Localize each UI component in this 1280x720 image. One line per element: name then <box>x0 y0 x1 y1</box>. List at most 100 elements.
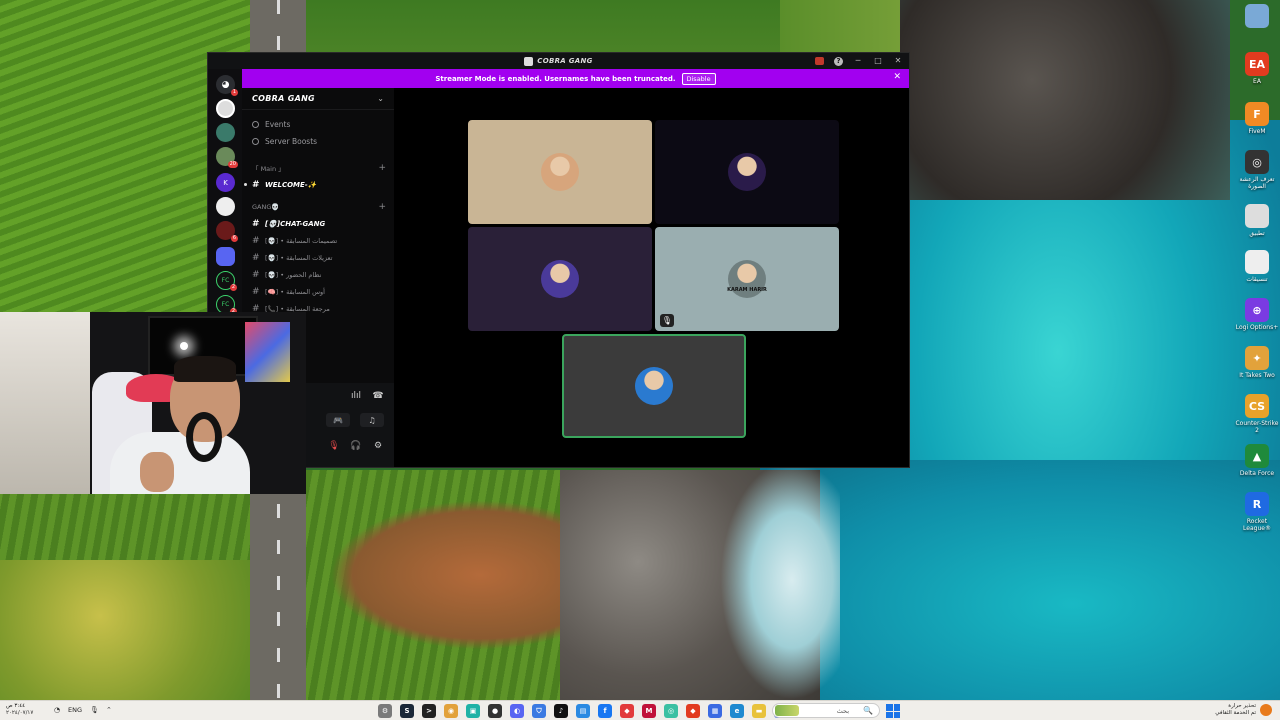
window-titlebar[interactable]: COBRA GANG ? ─ □ ✕ <box>208 53 909 69</box>
windows-start-button[interactable] <box>886 704 900 718</box>
taskbar-search[interactable]: بحث 🔍 <box>772 703 880 718</box>
desktop-shortcut[interactable]: ◎ تعرف الرعشة الصورة <box>1234 150 1280 190</box>
desktop-shortcut[interactable]: R Rocket League® <box>1234 492 1280 532</box>
taskbar-app-app-red[interactable]: ◆ <box>620 704 634 718</box>
taskbar-clock[interactable]: ٣:٤٤ ص ٢٠٢٤/٠٧/١٧ <box>6 703 33 717</box>
clock-date: ٢٠٢٤/٠٧/١٧ <box>6 710 34 716</box>
desktop-shortcut[interactable]: EA EA <box>1234 52 1280 85</box>
maximize-button[interactable]: □ <box>873 55 883 67</box>
voice-tile-speaking[interactable] <box>562 334 746 438</box>
category-label: GANG💀 <box>252 203 280 211</box>
weather-icon[interactable] <box>1260 704 1272 716</box>
inbox-icon[interactable] <box>815 57 824 65</box>
taskbar-app-shield[interactable]: ⛉ <box>532 704 546 718</box>
gear-icon[interactable]: ⚙ <box>372 441 384 451</box>
taskbar-app-app[interactable]: ▣ <box>466 704 480 718</box>
taskbar: ٣:٤٤ ص ٢٠٢٤/٠٧/١٧ ◔ ENG 🎙 ⌃ ⚙ S > ◉ ▣ ● ◐ ⛉ ♪ ▤ f ◆… <box>0 700 1280 720</box>
chevron-down-icon: ⌄ <box>377 94 384 103</box>
close-button[interactable]: ✕ <box>893 55 903 67</box>
shortcut-icon: CS <box>1245 394 1269 418</box>
taskbar-app-discord[interactable]: ◐ <box>510 704 524 718</box>
taskbar-app-store[interactable]: ▤ <box>576 704 590 718</box>
server-icon[interactable]: FC 2 <box>216 271 237 291</box>
desktop-shortcut[interactable]: CS Counter-Strike 2 <box>1234 394 1280 434</box>
taskbar-app-chrome[interactable]: ◉ <box>444 704 458 718</box>
sidebar-item-server-boosts[interactable]: Server Boosts <box>242 133 394 150</box>
webcam-light <box>180 342 188 350</box>
taskbar-app-mcafee[interactable]: M <box>642 704 656 718</box>
server-icon[interactable] <box>216 123 235 142</box>
category-gang[interactable]: GANG💀 + <box>242 199 394 215</box>
desktop-shortcut[interactable]: ✦ It Takes Two <box>1234 346 1280 379</box>
notification-bell-icon[interactable]: ◔ <box>54 706 60 714</box>
shortcut-label: تعرف الرعشة الصورة <box>1239 176 1275 190</box>
weather-notification[interactable]: تحذير حرارة تم الخدمة الثقافي <box>1215 703 1256 717</box>
server-icon[interactable]: K <box>216 173 235 192</box>
user-avatar <box>541 260 579 298</box>
taskbar-app-game[interactable]: ◆ <box>686 704 700 718</box>
user-avatar <box>728 153 766 191</box>
channel-label: [💀] • تعزيلات المسابقة <box>265 253 333 262</box>
server-icon[interactable]: 20 <box>216 147 238 168</box>
taskbar-app-folder[interactable]: ▬ <box>752 704 766 718</box>
server-icon[interactable]: 6 <box>216 221 238 242</box>
desktop-shortcut[interactable]: ▲ Delta Force <box>1234 444 1280 477</box>
discord-home-icon[interactable]: ◕ 1 <box>216 75 238 96</box>
taskbar-app-facebook[interactable]: f <box>598 704 612 718</box>
shortcut-label: Rocket League® <box>1243 518 1271 532</box>
disable-streamer-mode-button[interactable]: Disable <box>681 72 716 85</box>
taskbar-app-vpn[interactable]: ◎ <box>664 704 678 718</box>
channel-item[interactable]: # [💀] • نظام الحضور <box>242 266 394 283</box>
voice-tile[interactable] <box>468 227 652 331</box>
voice-tile[interactable] <box>655 120 839 224</box>
add-channel-icon[interactable]: + <box>378 202 386 212</box>
category-main[interactable]: 「 Main 」 + <box>242 160 394 176</box>
desktop-shortcut[interactable]: تنسيقات <box>1234 250 1280 283</box>
channel-item[interactable]: # [🧠] • أوس المسابقة <box>242 283 394 300</box>
taskbar-app-edge[interactable]: e <box>730 704 744 718</box>
desktop-shortcut[interactable] <box>1234 4 1280 30</box>
wallpaper-foam <box>720 460 840 700</box>
taskbar-app-obs[interactable]: ● <box>488 704 502 718</box>
desktop-shortcut[interactable]: F FiveM <box>1234 102 1280 135</box>
webcam-person-hair <box>174 356 236 382</box>
soundboard-button[interactable]: ♫ <box>360 413 384 427</box>
server-icon[interactable] <box>216 197 235 216</box>
notification-badge: 20 <box>227 161 238 168</box>
taskbar-app-tiktok[interactable]: ♪ <box>554 704 568 718</box>
desktop-shortcut[interactable]: ⊕ Logi Options+ <box>1234 298 1280 331</box>
hash-icon: # <box>252 269 260 280</box>
voice-tile[interactable] <box>468 120 652 224</box>
headphones-icon[interactable]: 🎧 <box>350 441 362 451</box>
language-indicator[interactable]: ENG <box>68 706 82 714</box>
disconnect-icon[interactable]: ☎ <box>372 391 384 401</box>
help-icon[interactable]: ? <box>834 56 843 66</box>
taskbar-app-settings[interactable]: ⚙ <box>378 704 392 718</box>
microphone-icon[interactable]: 🎙 <box>90 706 99 714</box>
desktop-shortcut[interactable]: تطبيق <box>1234 204 1280 237</box>
taskbar-app-terminal[interactable]: > <box>422 704 436 718</box>
taskbar-app-steam[interactable]: S <box>400 704 414 718</box>
voice-wave-icon[interactable]: ılıl <box>350 391 362 401</box>
channel-item[interactable]: # [💀] • تعزيلات المسابقة <box>242 249 394 266</box>
banner-close-icon[interactable]: ✕ <box>893 72 901 82</box>
mute-icon[interactable]: 🎙 <box>328 441 340 451</box>
voice-tile[interactable]: KARAM HARIR 🎙 <box>655 227 839 331</box>
shortcut-label: Logi Options+ <box>1235 324 1279 331</box>
add-channel-icon[interactable]: + <box>378 163 386 173</box>
sidebar-item-events[interactable]: Events <box>242 116 394 133</box>
clock-time: ٣:٤٤ ص <box>6 703 26 709</box>
channel-item[interactable]: # [💀] • تصميمات المسابقة <box>242 232 394 249</box>
server-folder-icon[interactable] <box>216 247 235 266</box>
chevron-up-icon[interactable]: ⌃ <box>106 706 112 714</box>
channel-item[interactable]: # [💀]CHAT-GANG <box>242 215 394 232</box>
activity-button[interactable]: 🎮 <box>326 413 350 427</box>
muted-icon: 🎙 <box>660 314 674 327</box>
webcam-person <box>110 432 250 494</box>
server-header[interactable]: COBRA GANG ⌄ <box>242 88 394 110</box>
channel-item[interactable]: # WELCOME-✨ <box>242 176 394 193</box>
taskbar-app-photos[interactable]: ▦ <box>708 704 722 718</box>
server-icon-cobra[interactable] <box>216 99 235 118</box>
user-avatar <box>635 367 673 405</box>
minimize-button[interactable]: ─ <box>853 55 863 67</box>
